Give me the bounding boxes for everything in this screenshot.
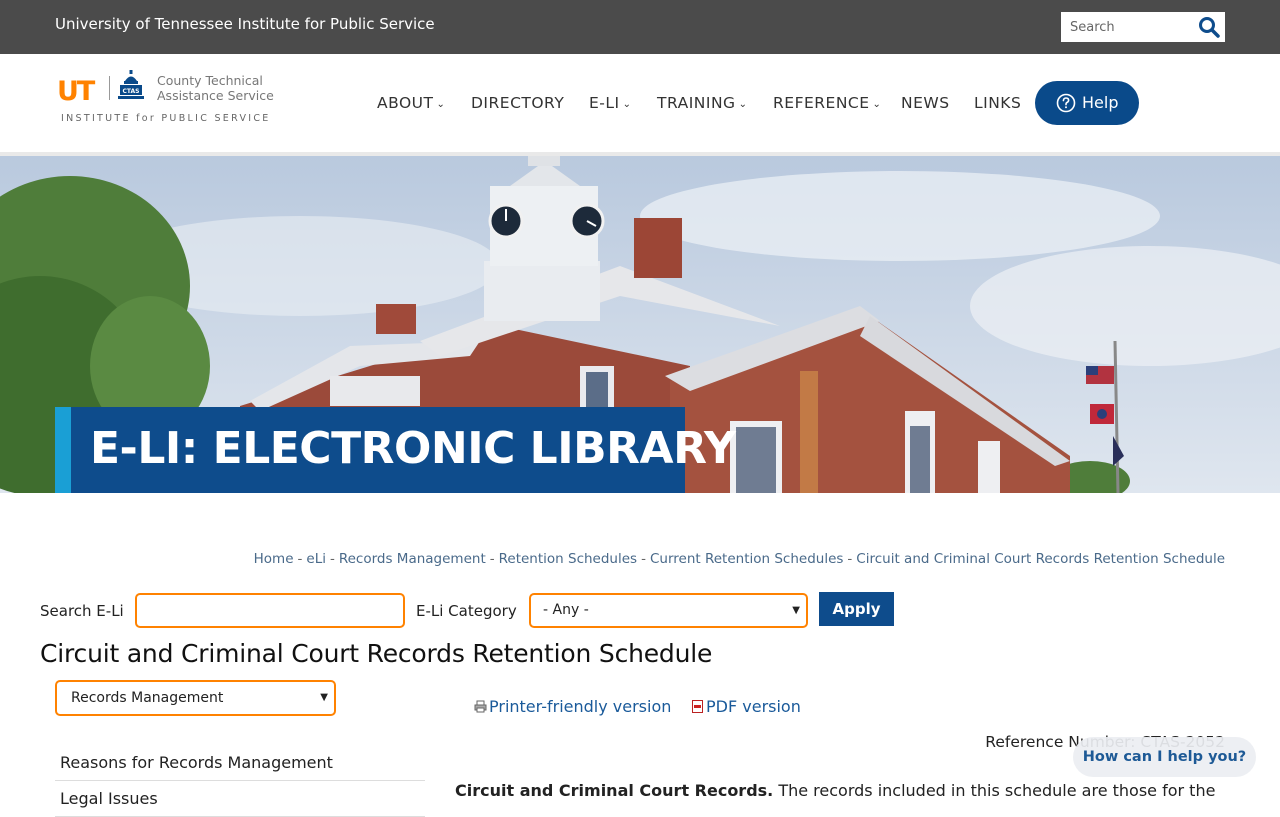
institute-tagline: INSTITUTE for PUBLIC SERVICE [61,113,271,124]
chat-help-button[interactable]: How can I help you? [1073,737,1256,777]
breadcrumb-separator: - [847,551,853,567]
body-text: The records included in this schedule ar… [773,781,1216,800]
search-eli-label: Search E-Li [40,602,124,620]
help-button[interactable]: Help [1035,81,1139,125]
sidebar-nav: Reasons for Records Management Legal Iss… [55,745,425,817]
help-label: Help [1082,93,1119,112]
site-search-input[interactable] [1061,12,1200,42]
ut-logo: UT [57,76,95,107]
chevron-down-icon: ⌄ [872,99,882,110]
capitol-icon: CTAS [118,70,144,99]
chevron-down-icon: ⌄ [436,99,446,110]
sidebar-item-legal-issues[interactable]: Legal Issues [55,781,425,817]
pdf-icon [692,700,703,713]
nav-about[interactable]: ABOUT ⌄ [377,94,445,112]
category-selected-value: - Any - [543,602,589,618]
ctas-line-2: Assistance Service [157,88,274,103]
nav-label: E-LI [589,94,620,112]
site-search [1061,12,1225,42]
breadcrumb-separator: - [329,551,335,567]
section-selected-value: Records Management [71,690,224,706]
section-select[interactable]: Records Management ▼ [55,680,336,716]
apply-button[interactable]: Apply [819,592,894,626]
eli-category-label: E-Li Category [416,602,517,620]
nav-links[interactable]: LINKS [974,94,1021,112]
chevron-down-icon: ⌄ [738,99,748,110]
site-logo[interactable]: UT CTAS County Technical Assistance Serv… [56,69,286,131]
nav-label: DIRECTORY [471,94,565,112]
site-header: UT CTAS County Technical Assistance Serv… [0,54,1280,156]
page-title: Circuit and Criminal Court Records Reten… [40,639,713,668]
nav-news[interactable]: NEWS [901,94,950,112]
breadcrumb-separator: - [489,551,495,567]
breadcrumb-current-retention[interactable]: Current Retention Schedules [650,551,843,567]
sidebar-item-reasons[interactable]: Reasons for Records Management [55,745,425,781]
eli-category-select[interactable]: - Any - ▼ [529,593,808,628]
nav-reference[interactable]: REFERENCE ⌄ [773,94,881,112]
printer-friendly-link[interactable]: Printer-friendly version [474,697,671,716]
nav-label: ABOUT [377,94,434,112]
chevron-down-icon: ▼ [792,605,800,616]
printer-icon [474,700,487,713]
chevron-down-icon: ⌄ [622,99,632,110]
university-name[interactable]: University of Tennessee Institute for Pu… [55,15,435,33]
top-bar: University of Tennessee Institute for Pu… [0,0,1280,54]
pdf-link-label: PDF version [706,697,801,716]
nav-label: REFERENCE [773,94,870,112]
breadcrumb-retention-schedules[interactable]: Retention Schedules [499,551,637,567]
nav-label: NEWS [901,94,950,112]
breadcrumb-current-page[interactable]: Circuit and Criminal Court Records Reten… [856,551,1225,567]
breadcrumb-records-management[interactable]: Records Management [339,551,486,567]
ctas-line-1: County Technical [157,73,263,88]
nav-eli[interactable]: E-LI ⌄ [589,94,631,112]
logo-divider [109,76,110,100]
hero-accent-bar [55,407,71,493]
nav-label: LINKS [974,94,1022,112]
question-circle-icon [1056,93,1076,113]
search-eli-input[interactable] [135,593,405,628]
printer-link-label: Printer-friendly version [489,697,672,716]
nav-training[interactable]: TRAINING ⌄ [657,94,747,112]
breadcrumb-separator: - [297,551,303,567]
eli-search-form: Search E-Li E-Li Category - Any - ▼ Appl… [0,592,1280,630]
breadcrumb: Home - eLi - Records Management - Retention Sc… [254,551,1225,567]
body-paragraph: Circuit and Criminal Court Records. The … [455,781,1215,800]
ctas-name: County Technical Assistance Service [157,73,274,103]
body-lead: Circuit and Criminal Court Records. [455,781,774,800]
chevron-down-icon: ▼ [320,692,328,703]
breadcrumb-separator: - [641,551,646,567]
ctas-badge-text: CTAS [123,88,140,95]
pdf-link[interactable]: PDF version [691,697,801,716]
breadcrumb-eli[interactable]: eLi [306,551,326,567]
nav-label: TRAINING [657,94,736,112]
hero-title-box: E-LI: ELECTRONIC LIBRARY [55,407,736,493]
page-hero-title: E-LI: ELECTRONIC LIBRARY [90,423,736,474]
nav-directory[interactable]: DIRECTORY [471,94,564,112]
breadcrumb-home[interactable]: Home [254,551,294,567]
search-icon[interactable] [1197,15,1221,39]
